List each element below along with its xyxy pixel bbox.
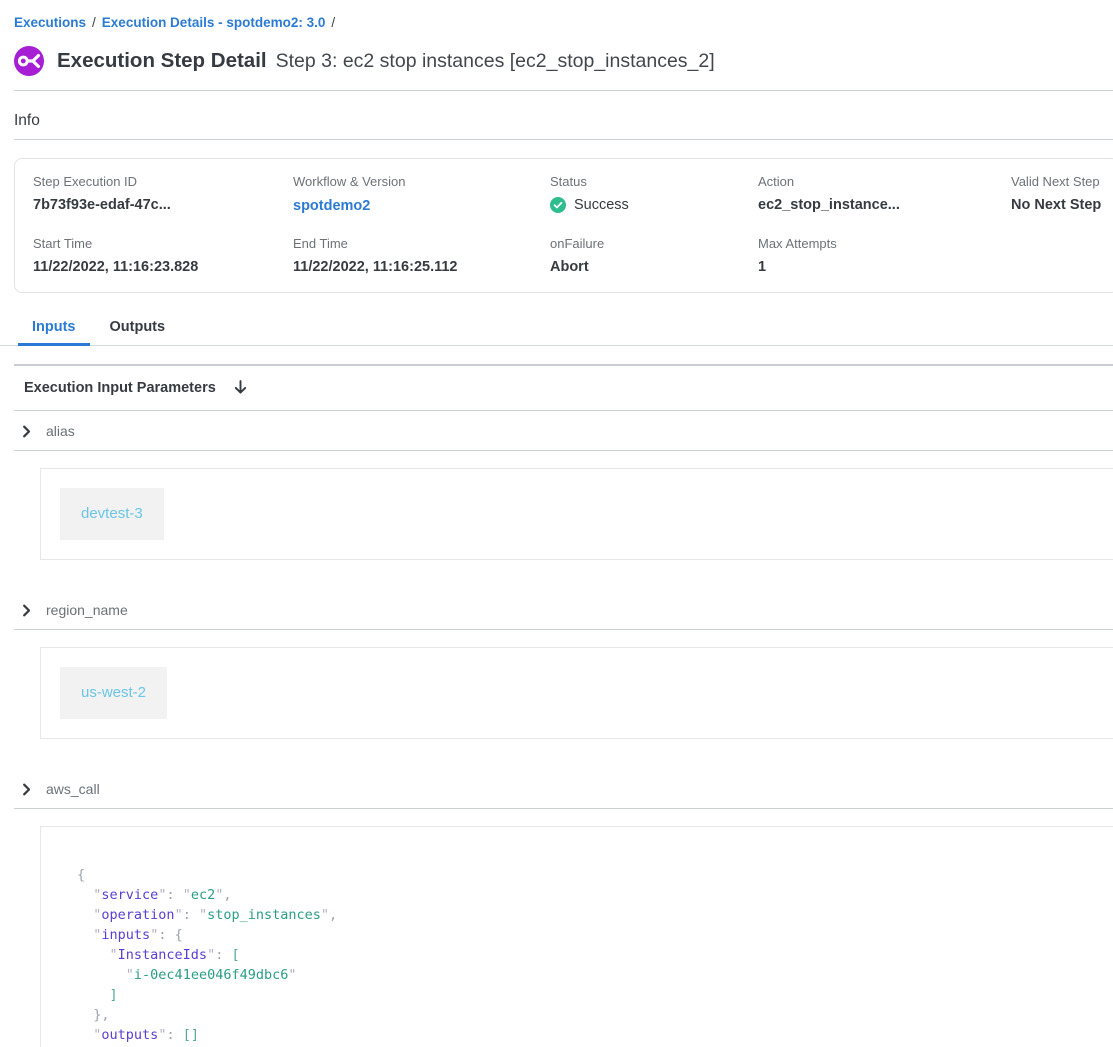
tab-inputs[interactable]: Inputs (18, 313, 90, 345)
success-check-icon (550, 197, 566, 213)
breadcrumb-link-execution-details[interactable]: Execution Details - spotdemo2: 3.0 (102, 15, 326, 30)
parameters-header: Execution Input Parameters (24, 379, 1113, 396)
field-valid-next-step: Valid Next Step No Next Step (1011, 174, 1113, 215)
expand-all-button[interactable] (232, 379, 249, 396)
divider (14, 808, 1113, 809)
breadcrumb-separator: / (92, 15, 96, 30)
divider (14, 629, 1113, 630)
arrow-down-icon (232, 379, 249, 396)
breadcrumb-link-executions[interactable]: Executions (14, 15, 86, 30)
chevron-right-icon (20, 604, 33, 617)
section-alias: alias devtest-3 (0, 411, 1113, 560)
chevron-right-icon (20, 783, 33, 796)
breadcrumb: Executions / Execution Details - spotdemo2… (14, 15, 1113, 30)
workflow-link[interactable]: spotdemo2 (293, 198, 370, 214)
section-name: region_name (46, 602, 128, 618)
divider (14, 139, 1113, 140)
info-heading: Info (14, 112, 1113, 130)
page-title-subtitle: Step 3: ec2 stop instances [ec2_stop_ins… (276, 50, 715, 72)
region-name-value-chip: us-west-2 (60, 667, 167, 719)
region-name-value-box: us-west-2 (40, 647, 1113, 739)
aws-call-code: { "service": "ec2", "operation": "stop_i… (77, 865, 1113, 1047)
field-action: Action ec2_stop_instance... (758, 174, 1011, 215)
info-card: Step Execution ID 7b73f93e-edaf-47c... W… (14, 158, 1113, 293)
section-name: alias (46, 423, 75, 439)
field-status: Status Success (550, 174, 758, 215)
field-start-time: Start Time 11/22/2022, 11:16:23.828 (33, 236, 293, 275)
breadcrumb-separator: / (331, 15, 335, 30)
section-header-alias[interactable]: alias (20, 411, 1113, 450)
page-header: Execution Step Detail Step 3: ec2 stop in… (14, 46, 1113, 76)
alias-value-box: devtest-3 (40, 468, 1113, 560)
divider (14, 364, 1113, 366)
field-step-execution-id: Step Execution ID 7b73f93e-edaf-47c... (33, 174, 293, 215)
section-name: aws_call (46, 781, 100, 797)
tab-outputs[interactable]: Outputs (96, 313, 180, 345)
section-aws-call: aws_call { "service": "ec2", "operation"… (0, 769, 1113, 1047)
section-header-aws-call[interactable]: aws_call (20, 769, 1113, 808)
divider (14, 450, 1113, 451)
field-empty (1011, 236, 1113, 275)
parameters-heading: Execution Input Parameters (24, 380, 216, 396)
app-logo-icon (14, 46, 44, 76)
divider (14, 90, 1113, 91)
field-onfailure: onFailure Abort (550, 236, 758, 275)
section-header-region-name[interactable]: region_name (20, 590, 1113, 629)
alias-value-chip: devtest-3 (60, 488, 164, 540)
page-title-main: Execution Step Detail (57, 49, 267, 72)
section-region-name: region_name us-west-2 (0, 590, 1113, 739)
page-title: Execution Step Detail Step 3: ec2 stop in… (57, 49, 715, 73)
chevron-right-icon (20, 425, 33, 438)
field-max-attempts: Max Attempts 1 (758, 236, 1011, 275)
field-workflow-version: Workflow & Version spotdemo2 (293, 174, 550, 215)
status-badge: Success (574, 197, 629, 213)
field-end-time: End Time 11/22/2022, 11:16:25.112 (293, 236, 550, 275)
aws-call-code-box: { "service": "ec2", "operation": "stop_i… (40, 826, 1113, 1047)
tab-bar: Inputs Outputs (0, 313, 1113, 346)
